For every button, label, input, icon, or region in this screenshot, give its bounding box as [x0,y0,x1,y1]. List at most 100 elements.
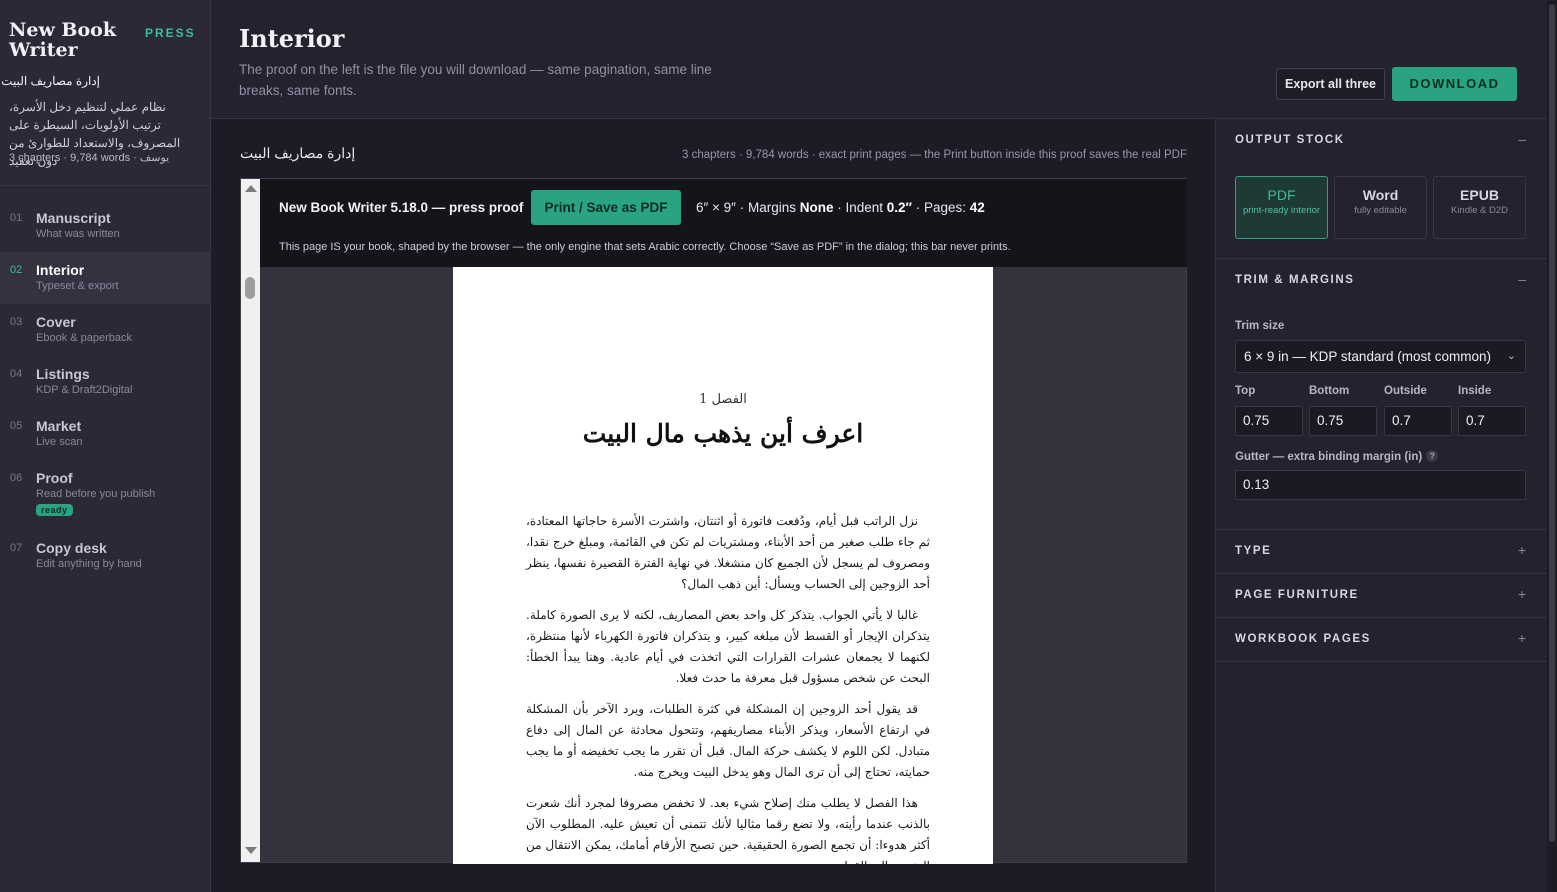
section-title: TYPE [1235,545,1272,557]
nav-label: Interior [36,262,85,278]
nav-subtitle: Read before you publish [36,488,156,500]
nav-label: Listings [36,366,90,382]
trim-size-value: 6 × 9 in — KDP standard (most common) [1244,349,1491,364]
app-window: New Book Writer PRESS إدارة مصاريف البيت… [0,0,1557,892]
nav-subtitle: What was written [36,228,120,240]
section-title: WORKBOOK PAGES [1235,633,1371,645]
stock-name: PDF [1267,187,1296,203]
margin-inside-input[interactable]: 0.7 [1458,406,1526,436]
nav-subtitle: Ebook & paperback [36,332,133,344]
page-furniture-section: PAGE FURNITURE + [1216,574,1547,618]
stock-desc: Kindle & D2D [1450,205,1509,216]
spec-pages: 42 [969,200,985,215]
chevron-down-icon: ⌄ [1506,350,1516,362]
trim-size-select[interactable]: 6 × 9 in — KDP standard (most common) ⌄ [1235,340,1526,373]
nav-subtitle: Live scan [36,436,83,448]
page-header: Interior The proof on the left is the fi… [211,0,1547,119]
download-button[interactable]: DOWNLOAD [1392,67,1517,101]
expand-icon[interactable]: + [1518,542,1526,558]
nav-label: Manuscript [36,210,111,226]
spec-indent: 0.2″ [886,200,913,215]
help-icon[interactable]: ? [1426,450,1439,462]
settings-panel: OUTPUT STOCK – PDF print-ready interior … [1215,119,1547,892]
output-stock-section: OUTPUT STOCK – PDF print-ready interior … [1216,119,1547,259]
nav-label: Copy desk [36,540,107,556]
type-header[interactable]: TYPE + [1216,530,1547,573]
nav-label: Market [36,418,82,434]
margin-top-label: Top [1235,385,1256,397]
sidebar-item-proof[interactable]: 06 Proof Read before you publish ready [0,460,210,530]
scroll-up-icon[interactable] [245,185,257,192]
nav-number: 02 [10,264,23,276]
sidebar: New Book Writer PRESS إدارة مصاريف البيت… [0,0,211,892]
sidebar-item-copy-desk[interactable]: 07 Copy desk Edit anything by hand [0,530,210,582]
scroll-down-icon[interactable] [245,847,257,854]
scrollbar-thumb[interactable] [1549,4,1555,842]
export-all-button[interactable]: Export all three [1276,68,1385,100]
gutter-input[interactable]: 0.13 [1235,470,1526,500]
nav-number: 03 [10,316,23,328]
nav-number: 04 [10,368,23,380]
section-title: PAGE FURNITURE [1235,589,1359,601]
gutter-label-text: Gutter — extra binding margin (in) [1235,451,1423,463]
nav-subtitle: Edit anything by hand [36,558,142,570]
spec-pages-label: · Pages: [912,200,970,215]
collapse-icon[interactable]: – [1518,271,1526,287]
margin-inside-label: Inside [1458,385,1492,397]
nav-subtitle: Typeset & export [36,280,119,292]
paragraph: قد يقول أحد الزوجين إن المشكلة في كثرة ا… [526,702,930,779]
gutter-label: Gutter — extra binding margin (in)? [1235,450,1439,463]
stock-option-pdf[interactable]: PDF print-ready interior [1235,176,1328,239]
trim-size-label: Trim size [1235,320,1285,332]
stock-option-epub[interactable]: EPUB Kindle & D2D [1433,176,1526,239]
nav-number: 07 [10,542,23,554]
scrollbar-thumb[interactable] [245,277,255,299]
nav-number: 05 [10,420,23,432]
sidebar-item-manuscript[interactable]: 01 Manuscript What was written [0,200,210,252]
proof-note: This page IS your book, shaped by the br… [279,241,1011,253]
brand-press: PRESS [145,26,196,40]
paragraph: نزل الراتب قبل أيام، ودُفعت فاتورة أو اث… [526,514,930,591]
margin-bottom-input[interactable]: 0.75 [1309,406,1377,436]
proof-scrollbar[interactable] [241,179,260,862]
sidebar-item-cover[interactable]: 03 Cover Ebook & paperback [0,304,210,356]
collapse-icon[interactable]: – [1518,131,1526,147]
spec-margins: None [799,200,834,215]
chapter-title: اعرف أين يذهب مال البيت [582,419,864,448]
nav-subtitle: KDP & Draft2Digital [36,384,133,396]
spec-indent-label: · Indent [833,200,887,215]
sidebar-book-meta: 3 chapters · 9,784 words · يوسف [9,152,170,164]
status-badge: ready [36,504,73,516]
output-stock-header[interactable]: OUTPUT STOCK – [1216,119,1547,162]
expand-icon[interactable]: + [1518,630,1526,646]
type-section: TYPE + [1216,530,1547,574]
margin-outside-label: Outside [1384,385,1427,397]
page-title: Interior [239,24,345,53]
workbook-pages-header[interactable]: WORKBOOK PAGES + [1216,618,1547,661]
proof-specs: 6″ × 9″ · Margins None · Indent 0.2″ · P… [696,200,985,215]
stock-option-word[interactable]: Word fully editable [1334,176,1427,239]
sidebar-item-market[interactable]: 05 Market Live scan [0,408,210,460]
sidebar-book-title: إدارة مصاريف البيت [1,74,100,88]
workbook-pages-section: WORKBOOK PAGES + [1216,618,1547,662]
proof-title: New Book Writer 5.18.0 — press proof [279,200,524,215]
print-save-pdf-button[interactable]: Print / Save as PDF [531,190,681,225]
sidebar-item-interior[interactable]: 02 Interior Typeset & export [0,252,210,304]
margin-outside-input[interactable]: 0.7 [1384,406,1452,436]
margin-top-input[interactable]: 0.75 [1235,406,1303,436]
content-book-title: إدارة مصاريف البيت [240,145,356,161]
page-furniture-header[interactable]: PAGE FURNITURE + [1216,574,1547,617]
nav-label: Cover [36,314,76,330]
chapter-label: الفصل 1 [699,392,747,407]
nav-label: Proof [36,470,73,486]
page-subtitle: The proof on the left is the file you wi… [239,62,712,98]
book-page: الفصل 1 اعرف أين يذهب مال البيت نزل الرا… [453,267,993,864]
stock-desc: fully editable [1354,205,1407,216]
proof-toolbar: New Book Writer 5.18.0 — press proof Pri… [260,179,1187,267]
sidebar-divider [0,185,210,186]
expand-icon[interactable]: + [1518,586,1526,602]
nav-number: 06 [10,472,23,484]
sidebar-item-listings[interactable]: 04 Listings KDP & Draft2Digital [0,356,210,408]
trim-margins-header[interactable]: TRIM & MARGINS – [1216,259,1547,302]
window-scrollbar[interactable] [1547,0,1557,892]
